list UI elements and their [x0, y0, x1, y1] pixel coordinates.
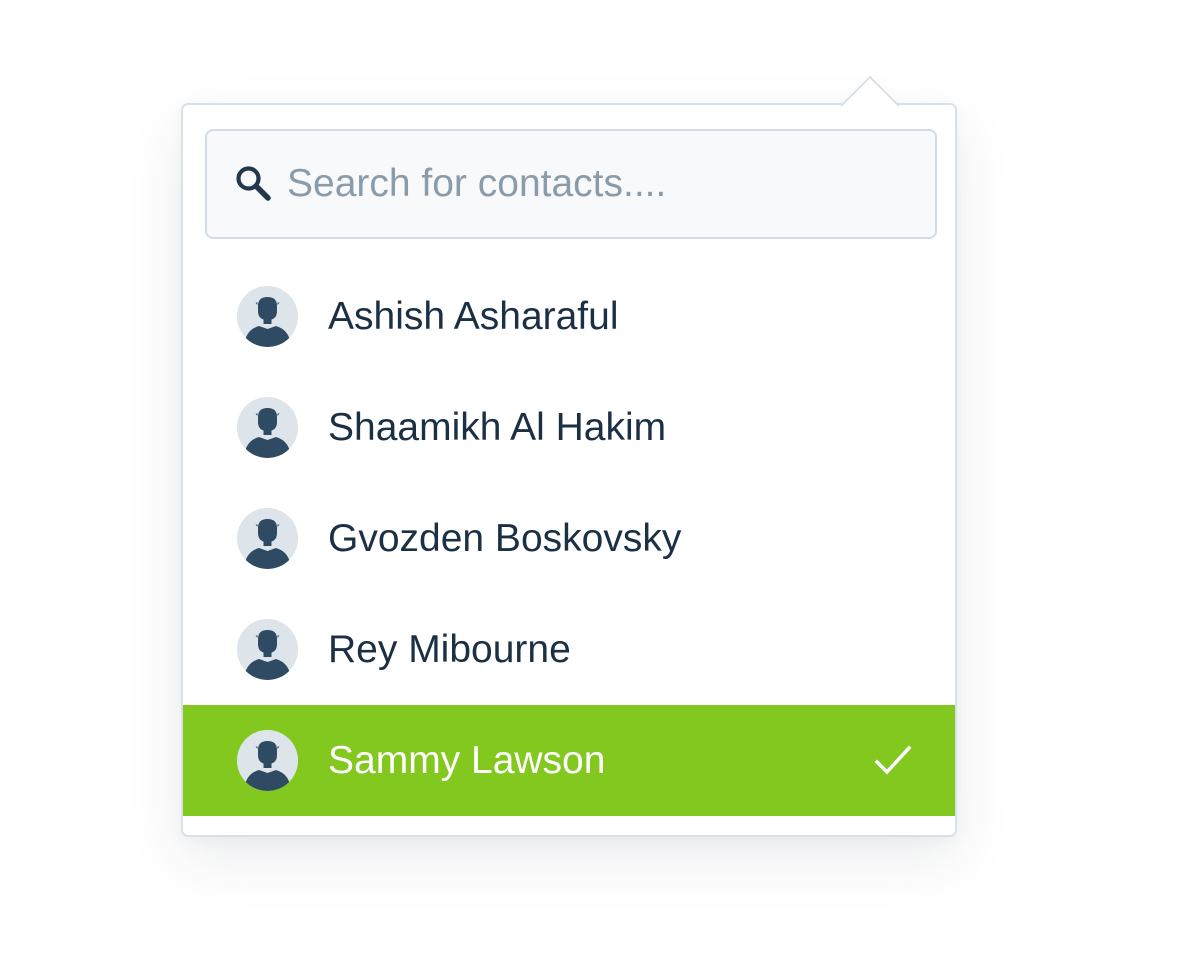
- search-box[interactable]: [205, 129, 937, 239]
- contact-name: Shaamikh Al Hakim: [328, 406, 667, 449]
- contact-name: Sammy Lawson: [328, 739, 606, 782]
- contact-item[interactable]: Rey Mibourne: [183, 594, 955, 705]
- contact-name: Gvozden Boskovsky: [328, 517, 682, 560]
- avatar-person-icon: [237, 508, 298, 569]
- contact-name: Ashish Asharaful: [328, 295, 619, 338]
- contact-item[interactable]: Ashish Asharaful: [183, 261, 955, 372]
- contact-item[interactable]: Gvozden Boskovsky: [183, 483, 955, 594]
- contact-list: Ashish Asharaful Shaamikh Al Hakim Gvozd…: [183, 261, 955, 816]
- search-icon: [234, 164, 272, 202]
- contact-name: Rey Mibourne: [328, 628, 571, 671]
- avatar-person-icon: [237, 730, 298, 791]
- contact-picker-popover: Ashish Asharaful Shaamikh Al Hakim: [181, 75, 957, 837]
- avatar-person-icon: [237, 286, 298, 347]
- search-input[interactable]: [287, 151, 907, 217]
- contact-item[interactable]: Shaamikh Al Hakim: [183, 372, 955, 483]
- contact-item-selected[interactable]: Sammy Lawson: [183, 705, 955, 816]
- popover-arrow: [840, 74, 900, 106]
- avatar-person-icon: [237, 397, 298, 458]
- avatar-person-icon: [237, 619, 298, 680]
- checkmark-icon: [873, 743, 913, 779]
